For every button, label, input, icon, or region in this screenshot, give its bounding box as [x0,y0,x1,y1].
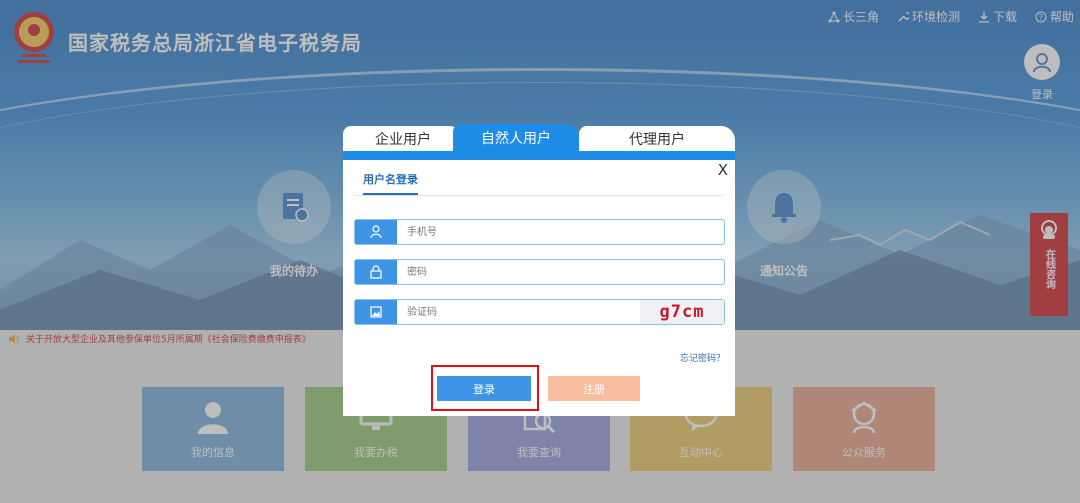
user-icon [355,220,397,244]
register-button[interactable]: 注册 [548,376,640,401]
captcha-image[interactable]: g7cm [640,300,724,324]
subtab-username-login[interactable]: 用户名登录 [363,171,418,195]
login-button[interactable]: 登录 [437,376,531,401]
forgot-password-link[interactable]: 忘记密码？ [680,351,725,364]
phone-input[interactable] [397,221,724,243]
lock-icon [355,260,397,284]
login-form: X 用户名登录 g7cm 忘记密码？ [343,160,735,416]
subtab-divider [355,195,723,196]
password-input[interactable] [397,261,724,283]
login-modal: 企业用户 自然人用户 代理用户 X 用户名登录 g7cm 忘记密码？ [343,124,735,416]
phone-field [354,219,725,245]
captcha-field: g7cm [354,299,725,325]
tab-natural-person-user[interactable]: 自然人用户 [453,124,579,151]
tab-enterprise-user[interactable]: 企业用户 [343,126,463,151]
tab-agent-user[interactable]: 代理用户 [579,126,735,151]
image-icon [355,300,397,324]
captcha-input[interactable] [397,301,640,323]
password-field [354,259,725,285]
close-button[interactable]: X [718,161,728,179]
modal-tab-bar [343,151,735,160]
